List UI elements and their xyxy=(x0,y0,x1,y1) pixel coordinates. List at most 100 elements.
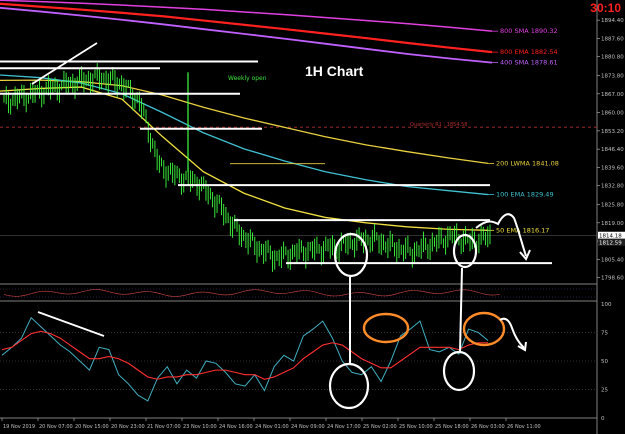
time-tick-label: 24 Nov 09:00 xyxy=(291,424,325,430)
indicator-line xyxy=(419,290,423,292)
rsi-tick-label: 25 xyxy=(601,388,608,394)
indicator-line xyxy=(428,292,432,294)
price-tick-label: 1860.00 xyxy=(601,111,624,117)
indicator-line xyxy=(366,292,370,295)
indicator-line xyxy=(25,293,29,296)
indicator-line xyxy=(261,289,265,292)
indicator-line xyxy=(394,293,398,295)
indicator-line xyxy=(193,292,197,294)
indicator-line xyxy=(230,293,234,295)
price-tick-label: 1873.80 xyxy=(601,74,624,80)
price-tick-label: 1894.40 xyxy=(601,18,624,24)
indicator-line xyxy=(180,295,184,297)
time-tick-label: 24 Nov 16:00 xyxy=(219,424,253,430)
indicator-line xyxy=(183,294,187,296)
indicator-line xyxy=(152,291,156,293)
time-tick-label: 26 Nov 11:00 xyxy=(507,424,541,430)
price-tick-label: 1846.40 xyxy=(601,147,624,153)
indicator-line xyxy=(403,290,407,293)
rsi-trendline xyxy=(37,311,105,337)
ma-line-800-ema xyxy=(0,2,493,54)
indicator-line xyxy=(131,292,135,295)
trendline xyxy=(31,42,98,85)
indicator-line xyxy=(453,290,457,292)
indicator-line xyxy=(155,292,159,294)
rsi-series-signal xyxy=(1,330,488,380)
ma-line-400-sma xyxy=(0,6,493,64)
indicator-line xyxy=(78,291,82,294)
indicator-line xyxy=(115,292,119,295)
price-tick-label: 1887.60 xyxy=(601,36,624,42)
indicator-line xyxy=(292,291,296,293)
indicator-line xyxy=(239,291,243,293)
time-tick-label: 24 Nov 01:00 xyxy=(255,424,289,430)
weekly-open-label: Weekly open xyxy=(228,75,267,82)
indicator-line xyxy=(478,292,482,294)
rsi-tick-label: 100 xyxy=(601,302,612,308)
indicator-line xyxy=(344,293,349,295)
indicator-line xyxy=(165,294,169,297)
indicator-line xyxy=(289,291,293,294)
indicator-line xyxy=(53,291,57,293)
ma-label: 400 SMA 1878.61 xyxy=(500,59,558,67)
rsi-tick-label: 0 xyxy=(601,416,605,422)
indicator-line xyxy=(112,292,116,294)
ma-line-800-sma xyxy=(0,0,493,32)
rsi-oversold-circle xyxy=(442,350,476,392)
time-tick-label: 20 Nov 07:00 xyxy=(39,424,73,430)
indicator-line xyxy=(7,294,11,297)
ma-label: 100 EMA 1829.49 xyxy=(496,191,554,199)
indicator-line xyxy=(475,291,479,293)
rsi-tick-label: 50 xyxy=(601,359,608,365)
indicator-line xyxy=(211,292,215,294)
indicator-line xyxy=(158,293,163,295)
time-tick-label: 20 Nov 23:00 xyxy=(111,424,145,430)
indicator-line xyxy=(28,293,32,295)
indicator-line xyxy=(189,292,194,295)
indicator-line xyxy=(106,290,110,293)
indicator-line xyxy=(323,293,327,296)
indicator-line xyxy=(400,291,404,293)
indicator-line xyxy=(310,290,314,293)
rsi-overbought-circle xyxy=(362,312,410,344)
time-tick-label: 26 Nov 03:00 xyxy=(471,424,505,430)
indicator-line xyxy=(320,293,324,295)
indicator-line xyxy=(375,294,380,296)
time-tick-label: 21 Nov 07:00 xyxy=(147,424,181,430)
indicator-line xyxy=(137,291,141,293)
double-bottom-circle xyxy=(333,232,369,278)
chart-title: 1H Chart xyxy=(305,63,364,79)
time-tick-label: 25 Nov 02:00 xyxy=(363,424,397,430)
indicator-line xyxy=(447,291,451,293)
indicator-line xyxy=(313,291,318,293)
price-tick-label: 1825.80 xyxy=(601,203,624,209)
indicator-line xyxy=(369,293,373,295)
rsi-overbought-circle xyxy=(462,311,506,347)
indicator-line xyxy=(481,292,485,295)
price-tick-label: 1819.00 xyxy=(601,221,624,227)
indicator-line xyxy=(34,291,39,293)
indicator-line xyxy=(214,293,218,295)
time-tick-label: 20 Nov 15:00 xyxy=(75,424,109,430)
indicator-line xyxy=(264,290,268,292)
indicator-line xyxy=(270,291,274,294)
indicator-line xyxy=(134,292,138,294)
price-tick-label: 1798.60 xyxy=(601,276,624,282)
indicator-line xyxy=(84,290,88,292)
indicator-line xyxy=(472,290,476,292)
indicator-line xyxy=(450,290,454,293)
ma-label: 800 SMA 1890.32 xyxy=(500,27,558,35)
time-tick-label: 25 Nov 18:00 xyxy=(435,424,469,430)
ma-line-50-ema xyxy=(0,86,489,231)
price-tick-label: 1880.80 xyxy=(601,55,624,61)
rsi-tick-label: 75 xyxy=(601,331,608,337)
ask-price-label: 1812.59 xyxy=(599,240,622,246)
indicator-line xyxy=(425,291,429,293)
indicator-line xyxy=(295,290,299,292)
indicator-line xyxy=(103,289,107,292)
indicator-line xyxy=(3,294,8,296)
rsi-oversold-circle xyxy=(328,362,370,410)
indicator-line xyxy=(388,294,392,296)
indicator-line xyxy=(31,292,35,294)
price-tick-label: 1853.20 xyxy=(601,129,624,135)
